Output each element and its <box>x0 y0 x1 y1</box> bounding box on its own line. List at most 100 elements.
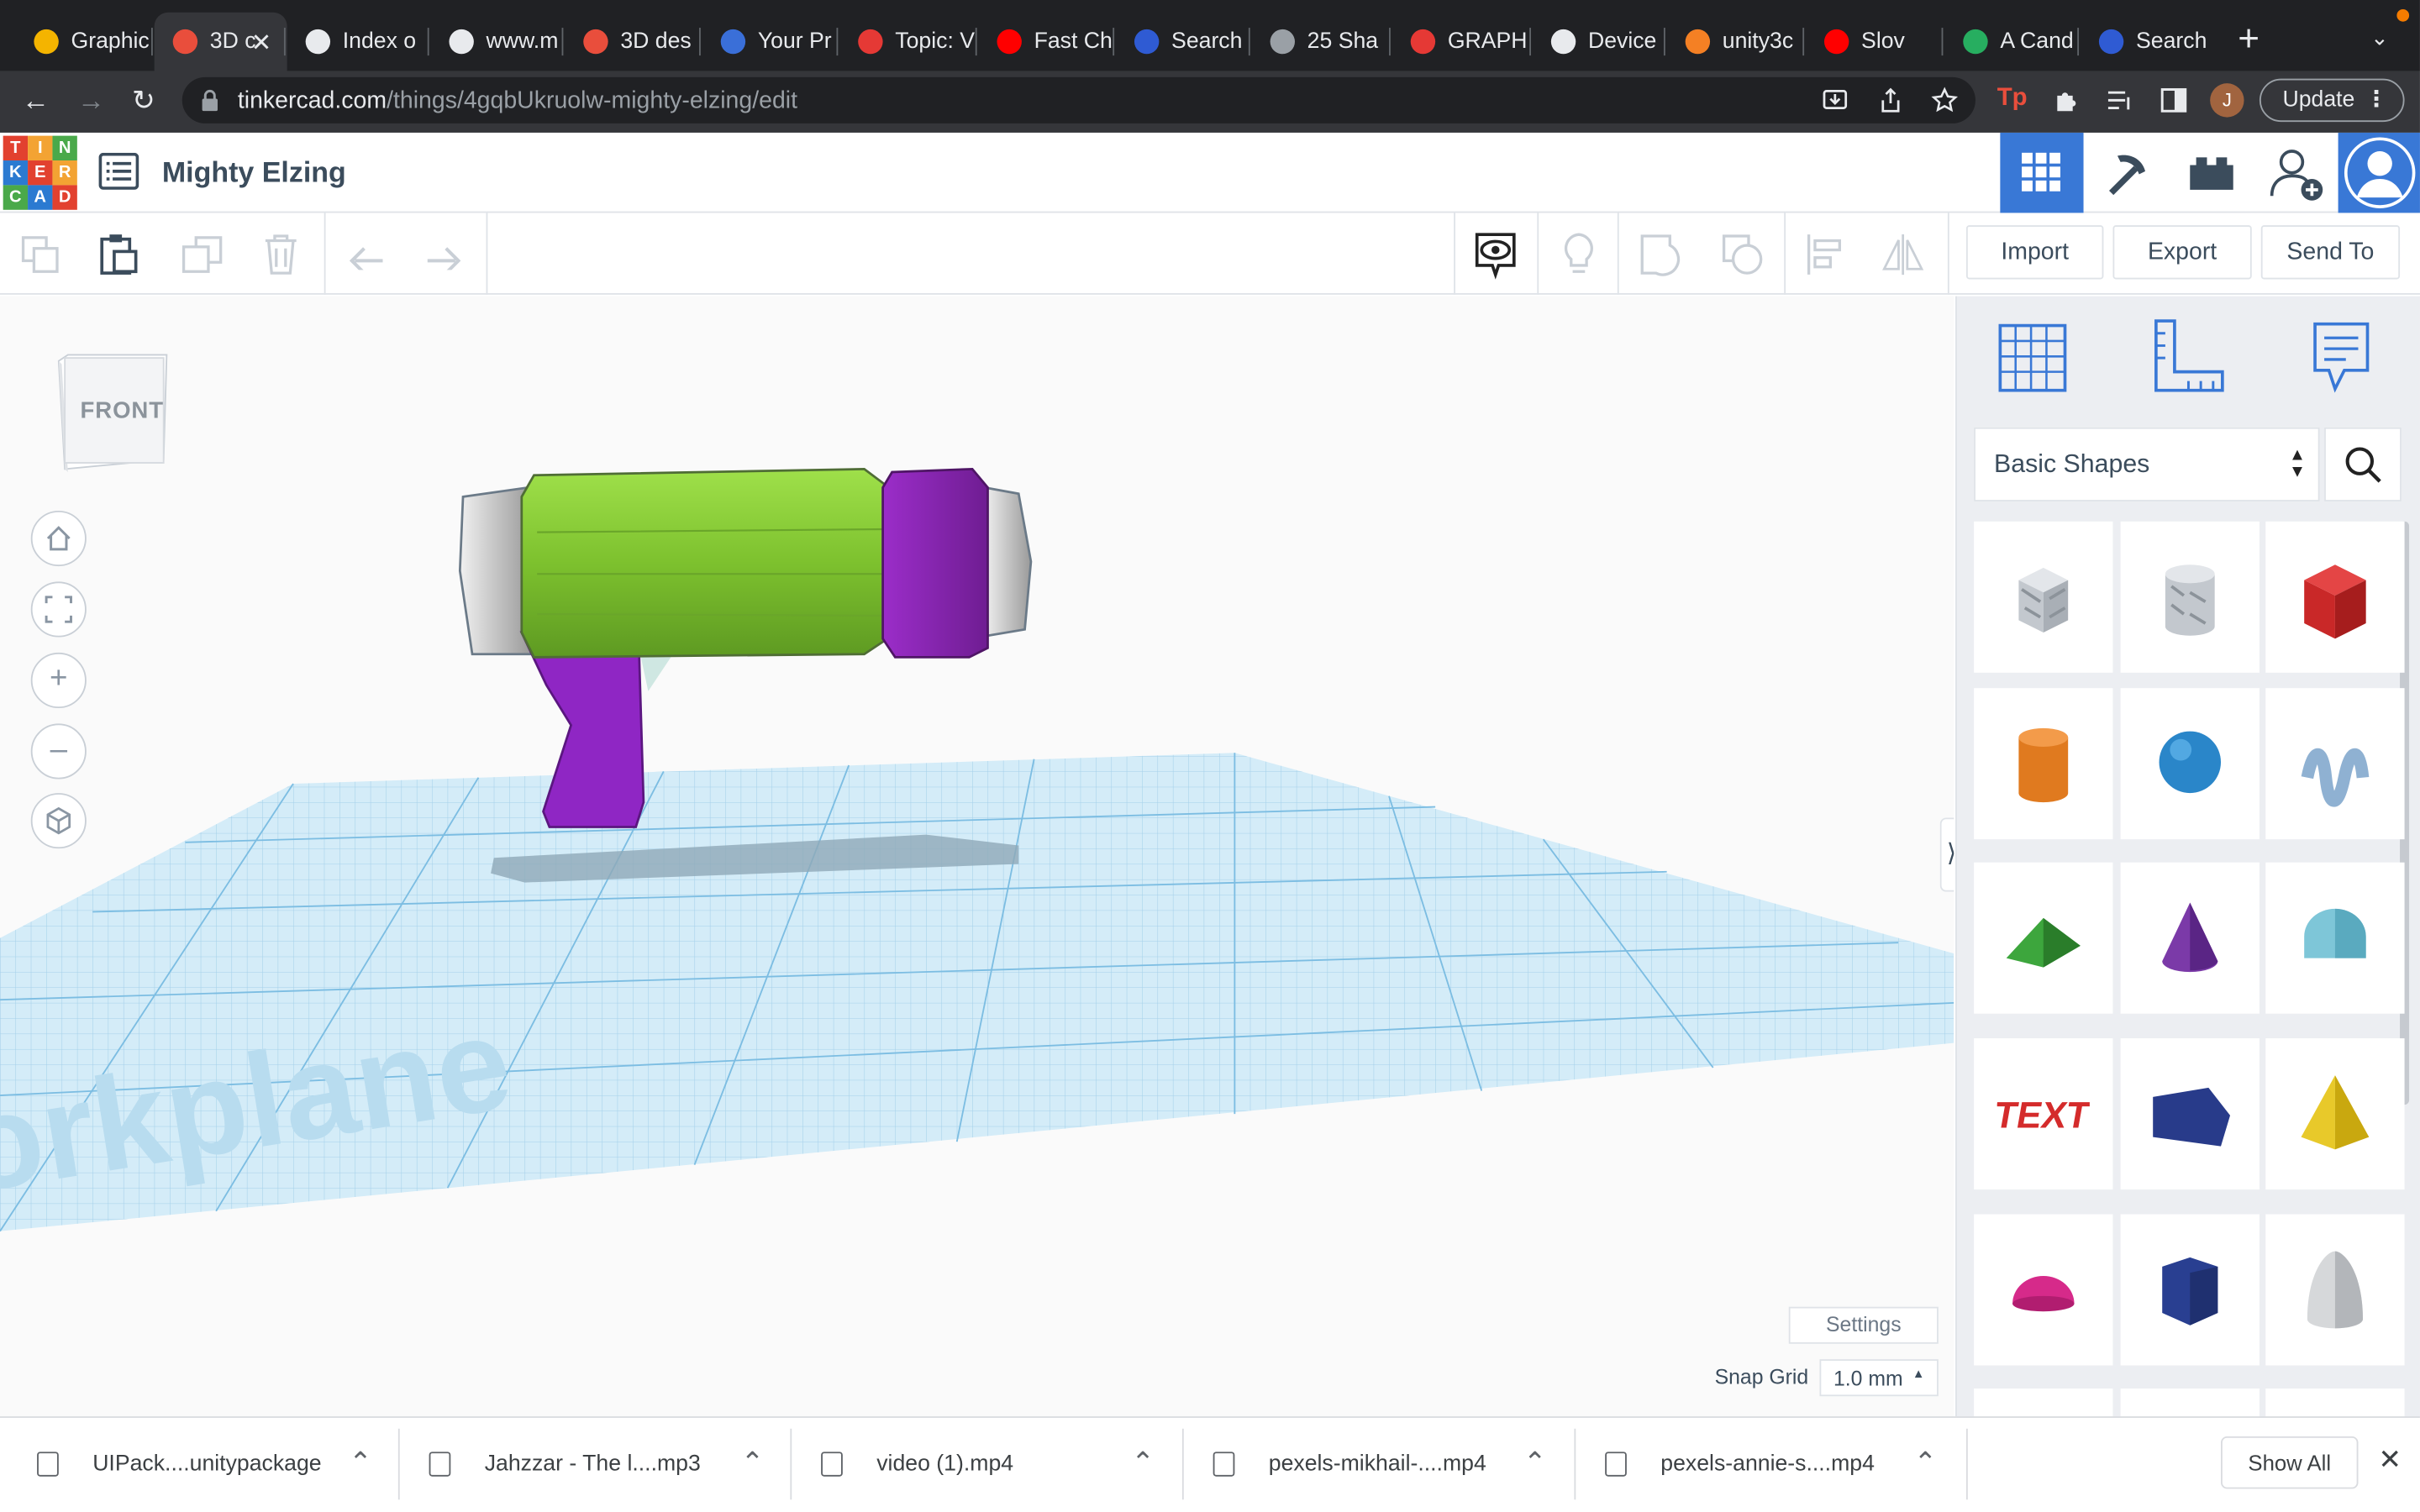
align-button[interactable] <box>1801 232 1847 278</box>
download-item[interactable]: UIPack....unitypackage <box>37 1429 322 1499</box>
puzzle-extension-icon[interactable] <box>2053 87 2081 114</box>
browser-tab[interactable]: 25 Sha <box>1252 13 1392 71</box>
side-panel-icon[interactable] <box>2160 88 2187 113</box>
shape-item-half-sphere[interactable] <box>1974 1214 2113 1366</box>
group-button[interactable] <box>1638 232 1684 278</box>
ruler-tool-button[interactable] <box>2151 318 2225 402</box>
duplicate-button[interactable] <box>179 232 225 278</box>
chevron-up-icon[interactable]: ⌃ <box>1914 1447 1938 1480</box>
forward-arrow-icon[interactable]: → <box>71 81 111 121</box>
invite-collaborator-button[interactable] <box>2254 133 2338 213</box>
workplane[interactable]: orkplane <box>0 753 1954 1232</box>
browser-tab[interactable]: unity3c <box>1667 13 1806 71</box>
shape-item-round-roof[interactable] <box>2265 862 2405 1014</box>
browser-tab[interactable]: Graphic <box>15 13 151 71</box>
shape-item-pyramid[interactable] <box>2265 1038 2405 1190</box>
shape-item-scribble[interactable] <box>2265 688 2405 840</box>
install-app-icon[interactable] <box>1821 87 1849 114</box>
undo-button[interactable] <box>343 232 389 278</box>
browser-tab[interactable]: Your Pr <box>702 13 839 71</box>
browser-tab[interactable]: www.m <box>430 13 565 71</box>
bricks-view-button[interactable] <box>2170 133 2253 213</box>
browser-tab[interactable]: Search <box>1116 13 1252 71</box>
reload-icon[interactable]: ↻ <box>124 81 164 121</box>
download-item[interactable]: video (1).mp4 <box>821 1429 1013 1499</box>
zoom-in-button[interactable]: + <box>30 652 87 709</box>
tinkercad-logo[interactable]: TINKERCAD <box>3 135 77 210</box>
design-list-icon[interactable] <box>98 152 139 190</box>
settings-button[interactable]: Settings <box>1788 1306 1939 1344</box>
browser-tab[interactable]: 3D des <box>565 13 702 71</box>
browser-tab[interactable]: Index o <box>287 13 431 71</box>
bookmark-star-icon[interactable] <box>1931 87 1959 114</box>
shape-item-box-hole[interactable] <box>1974 521 2113 673</box>
browser-tab[interactable]: 3D c ✕ <box>154 12 287 71</box>
plus-icon[interactable]: + <box>2238 21 2260 59</box>
3d-workspace[interactable]: orkplane FRONT + – Settings Snap Grid 1.… <box>0 296 1954 1417</box>
profile-avatar[interactable]: J <box>2210 83 2244 118</box>
zoom-out-button[interactable]: – <box>30 723 87 780</box>
shape-item-roof[interactable] <box>1974 862 2113 1014</box>
view-cube[interactable]: FRONT <box>55 352 168 473</box>
browser-tab[interactable]: GRAPH <box>1392 13 1533 71</box>
browser-tab[interactable]: A Cand <box>1944 13 2081 71</box>
shape-item-cylinder[interactable] <box>1974 688 2113 840</box>
chevron-up-icon[interactable]: ⌃ <box>1523 1447 1547 1480</box>
shape-item-box[interactable] <box>2265 521 2405 673</box>
download-item[interactable]: pexels-annie-s....mp4 <box>1605 1429 1875 1499</box>
tab-favicon-icon <box>997 29 1022 55</box>
3d-view-button[interactable] <box>2000 132 2084 213</box>
shape-category-select[interactable]: Basic Shapes ▲ ▼ <box>1974 427 2320 501</box>
paste-button[interactable] <box>96 232 142 278</box>
back-arrow-icon[interactable]: ← <box>15 81 55 121</box>
send-to-button[interactable]: Send To <box>2260 225 2401 280</box>
notes-visibility-button[interactable] <box>1472 232 1518 280</box>
close-tab-icon[interactable]: ✕ <box>251 28 272 59</box>
ungroup-button[interactable] <box>1719 232 1765 278</box>
home-view-button[interactable] <box>30 510 87 567</box>
shape-item-polygon[interactable] <box>2120 1038 2260 1190</box>
shape-item-sphere[interactable] <box>2120 688 2260 840</box>
shape-item-hexagonal-prism[interactable] <box>2120 1214 2260 1366</box>
tp-extension-icon[interactable]: Tp <box>1997 85 2028 113</box>
light-bulb-button[interactable] <box>1555 232 1602 278</box>
shape-item-cylinder-hole[interactable] <box>2120 521 2260 673</box>
browser-tab[interactable]: Topic: V <box>839 13 978 71</box>
shape-item-cone[interactable] <box>2120 862 2260 1014</box>
update-button[interactable]: Update ⋮ <box>2259 78 2405 123</box>
delete-button[interactable] <box>258 232 304 278</box>
projection-toggle-button[interactable] <box>30 793 87 849</box>
collapse-panel-button[interactable]: ⟩ <box>1939 817 1954 892</box>
mirror-button[interactable] <box>1880 232 1926 278</box>
chevron-up-icon[interactable]: ⌃ <box>349 1447 372 1480</box>
download-item[interactable]: Jahzzar - The l....mp3 <box>429 1429 701 1499</box>
project-title[interactable]: Mighty Elzing <box>162 156 346 190</box>
address-bar[interactable]: tinkercad.com/things/4gqbUkruolw-mighty-… <box>182 76 1975 123</box>
fit-view-button[interactable] <box>30 581 87 638</box>
notes-tool-button[interactable] <box>2311 319 2372 401</box>
copy-button[interactable] <box>17 232 63 278</box>
chevron-up-icon[interactable]: ⌃ <box>1131 1447 1155 1480</box>
export-button[interactable]: Export <box>2112 225 2252 280</box>
browser-tab[interactable]: Fast Ch <box>978 13 1115 71</box>
browser-tab[interactable]: Slov <box>1806 13 1944 71</box>
close-icon[interactable]: ✕ <box>2378 1444 2402 1477</box>
blocks-view-button[interactable] <box>2086 133 2170 213</box>
workplane-tool-button[interactable] <box>1997 319 2068 401</box>
show-all-downloads-button[interactable]: Show All <box>2221 1436 2359 1489</box>
shape-item-text[interactable]: TEXT <box>1974 1038 2113 1190</box>
shape-item-paraboloid[interactable] <box>2265 1214 2405 1366</box>
redo-button[interactable] <box>421 232 467 278</box>
download-item[interactable]: pexels-mikhail-....mp4 <box>1213 1429 1486 1499</box>
browser-tab[interactable]: Search <box>2081 13 2219 71</box>
import-button[interactable]: Import <box>1965 225 2104 280</box>
browser-tab[interactable]: Device <box>1533 13 1667 71</box>
logo-letter: T <box>3 135 29 161</box>
share-icon[interactable] <box>1876 87 1904 114</box>
shape-search-button[interactable] <box>2324 427 2402 501</box>
media-queue-icon[interactable] <box>2107 88 2134 113</box>
snap-grid-select[interactable]: 1.0 mm ▲ <box>1819 1359 1939 1397</box>
tab-search-chevron-icon[interactable]: ⌄ <box>2370 24 2389 50</box>
user-avatar-button[interactable] <box>2338 132 2420 213</box>
chevron-up-icon[interactable]: ⌃ <box>741 1447 765 1480</box>
